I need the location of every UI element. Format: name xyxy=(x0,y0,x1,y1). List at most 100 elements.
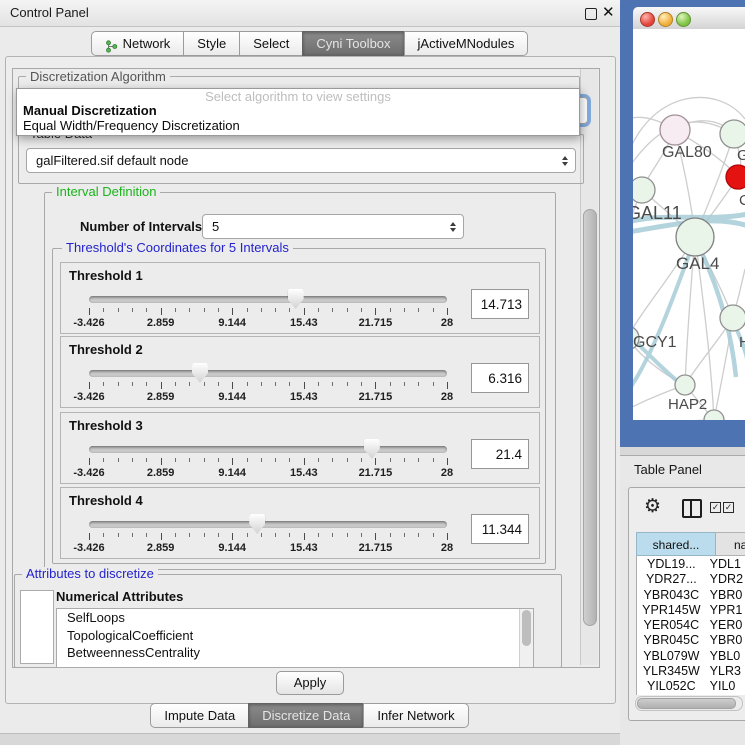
cell-shared-name[interactable]: YLR345W xyxy=(636,664,707,679)
node-hap2[interactable] xyxy=(675,375,695,395)
dropdown-option-equal-width-frequency[interactable]: Equal Width/Frequency Discretization xyxy=(17,118,579,133)
table-row[interactable]: YBR045CYBR0 xyxy=(636,633,745,648)
threshold-3-value-input[interactable]: 21.4 xyxy=(471,439,529,469)
select-all-checkbox-icon[interactable]: ✓ xyxy=(710,502,721,513)
cell-shared-name[interactable]: YBR043C xyxy=(636,588,707,603)
table-row[interactable]: YLR345WYLR3 xyxy=(636,664,745,679)
threshold-2-value-input[interactable]: 6.316 xyxy=(471,363,529,393)
tick-label: 2.859 xyxy=(147,467,175,479)
node-gal4[interactable] xyxy=(676,218,714,256)
slider-thumb[interactable] xyxy=(364,439,380,459)
node-gal80[interactable] xyxy=(660,115,690,145)
float-window-icon[interactable] xyxy=(585,8,597,20)
table-row[interactable]: YER054CYER0 xyxy=(636,618,745,633)
tab-select[interactable]: Select xyxy=(239,31,303,56)
threshold-1-block: Threshold 1 -3.426 2.859 9.144 15.43 21.… xyxy=(60,262,540,334)
threshold-2-label: Threshold 2 xyxy=(69,342,143,357)
list-item-betweennesscentrality[interactable]: BetweennessCentrality xyxy=(57,644,533,662)
table-row[interactable]: YDL19...YDL1 xyxy=(636,557,745,572)
select-none-checkbox-icon[interactable]: ✓ xyxy=(723,502,734,513)
dropdown-option-manual-discretization[interactable]: Manual Discretization xyxy=(17,103,579,118)
table-horizontal-scrollbar[interactable] xyxy=(635,696,743,711)
cell-name[interactable]: YLR3 xyxy=(707,664,745,679)
threshold-4-slider[interactable] xyxy=(89,521,447,528)
cell-shared-name[interactable]: YBR045C xyxy=(636,633,707,648)
cell-shared-name[interactable]: YDL19... xyxy=(636,557,707,572)
gear-icon[interactable]: ⚙ xyxy=(644,495,661,517)
tab-discretize-data[interactable]: Discretize Data xyxy=(248,703,364,728)
cell-shared-name[interactable]: YPR145W xyxy=(636,603,707,618)
scrollbar-thumb[interactable] xyxy=(583,209,597,626)
columns-icon[interactable] xyxy=(682,499,702,518)
cell-shared-name[interactable]: YDR27... xyxy=(636,572,707,587)
cell-name[interactable]: YIL0 xyxy=(707,679,745,694)
threshold-3-slider[interactable] xyxy=(89,446,447,453)
node-label-partial-top: G xyxy=(737,147,745,164)
node-label-gal80: GAL80 xyxy=(662,144,712,161)
node-partial-top-right[interactable] xyxy=(720,120,745,148)
network-window-titlebar[interactable] xyxy=(633,7,745,30)
threshold-3-label: Threshold 3 xyxy=(69,418,143,433)
node-red-selected[interactable] xyxy=(726,165,745,189)
threshold-2-slider[interactable] xyxy=(89,370,447,377)
discretization-algorithm-label: Discretization Algorithm xyxy=(26,70,170,84)
tab-cyni-toolbox[interactable]: Cyni Toolbox xyxy=(302,31,404,56)
tab-impute-data[interactable]: Impute Data xyxy=(150,703,249,728)
cell-name[interactable]: YBR0 xyxy=(707,633,745,648)
zoom-traffic-light-icon[interactable] xyxy=(676,12,691,27)
network-icon xyxy=(105,37,118,50)
list-item-topologicalcoefficient[interactable]: TopologicalCoefficient xyxy=(57,627,533,645)
scrollbar-thumb[interactable] xyxy=(637,698,736,709)
cell-name[interactable]: YBR0 xyxy=(707,588,745,603)
column-header-name[interactable]: name xyxy=(716,532,745,556)
cell-name[interactable]: YDR2 xyxy=(707,572,745,587)
slider-thumb[interactable] xyxy=(288,289,304,309)
tab-infer-network[interactable]: Infer Network xyxy=(363,703,468,728)
tab-cyni-toolbox-label: Cyni Toolbox xyxy=(316,32,390,55)
network-canvas[interactable]: GAL80 G C GAL11 GAL4 GCY1 H HAP2 xyxy=(633,29,745,420)
threshold-4-value-input[interactable]: 11.344 xyxy=(471,514,529,544)
list-item-selfloops[interactable]: SelfLoops xyxy=(57,609,533,627)
slider-thumb[interactable] xyxy=(249,514,265,534)
table-row[interactable]: YBL079WYBL0 xyxy=(636,649,745,664)
cell-shared-name[interactable]: YIL052C xyxy=(636,679,707,694)
cell-name[interactable]: YPR1 xyxy=(707,603,745,618)
node-label-hap2: HAP2 xyxy=(668,396,707,413)
table-data-combobox[interactable]: galFiltered.sif default node xyxy=(26,148,576,173)
tick-label: 28 xyxy=(441,467,453,479)
tick-label: 15.43 xyxy=(290,317,318,329)
apply-button[interactable]: Apply xyxy=(276,671,344,695)
minimize-traffic-light-icon[interactable] xyxy=(658,12,673,27)
table-row[interactable]: YBR043CYBR0 xyxy=(636,588,745,603)
number-of-intervals-combobox[interactable]: 5 xyxy=(202,214,464,239)
cell-name[interactable]: YBL0 xyxy=(707,649,745,664)
numerical-attributes-list[interactable]: SelfLoops TopologicalCoefficient Between… xyxy=(56,608,534,668)
cell-shared-name[interactable]: YBL079W xyxy=(636,649,707,664)
tick-label: 21.715 xyxy=(359,317,393,329)
table-row[interactable]: YDR27...YDR2 xyxy=(636,572,745,587)
attributes-list-scrollbar[interactable] xyxy=(519,609,533,667)
close-icon[interactable]: ✕ xyxy=(602,3,615,23)
threshold-1-slider[interactable] xyxy=(89,296,447,303)
tab-style[interactable]: Style xyxy=(183,31,240,56)
table-header-row: shared... name xyxy=(636,532,745,556)
threshold-1-value-input[interactable]: 14.713 xyxy=(471,289,529,319)
cell-name[interactable]: YER0 xyxy=(707,618,745,633)
cell-name[interactable]: YDL1 xyxy=(707,557,745,572)
tab-jactivemnodules[interactable]: jActiveMNodules xyxy=(404,31,529,56)
combo-arrows-icon xyxy=(562,156,568,166)
node-gal11[interactable] xyxy=(633,177,655,203)
node-partial-right[interactable] xyxy=(720,305,745,331)
scrollbar-thumb[interactable] xyxy=(522,610,531,646)
column-header-shared-name[interactable]: shared... xyxy=(636,532,716,556)
control-panel-titlebar: Control Panel ✕ xyxy=(0,0,620,27)
cell-shared-name[interactable]: YER054C xyxy=(636,618,707,633)
slider-thumb[interactable] xyxy=(192,363,208,383)
tick-label: 2.859 xyxy=(147,317,175,329)
tab-network[interactable]: Network xyxy=(91,31,185,56)
close-traffic-light-icon[interactable] xyxy=(640,12,655,27)
table-row[interactable]: YIL052CYIL0 xyxy=(636,679,745,694)
tick-label: 21.715 xyxy=(359,391,393,403)
slider-tick-labels: -3.426 2.859 9.144 15.43 21.715 28 xyxy=(89,391,447,403)
table-row[interactable]: YPR145WYPR1 xyxy=(636,603,745,618)
